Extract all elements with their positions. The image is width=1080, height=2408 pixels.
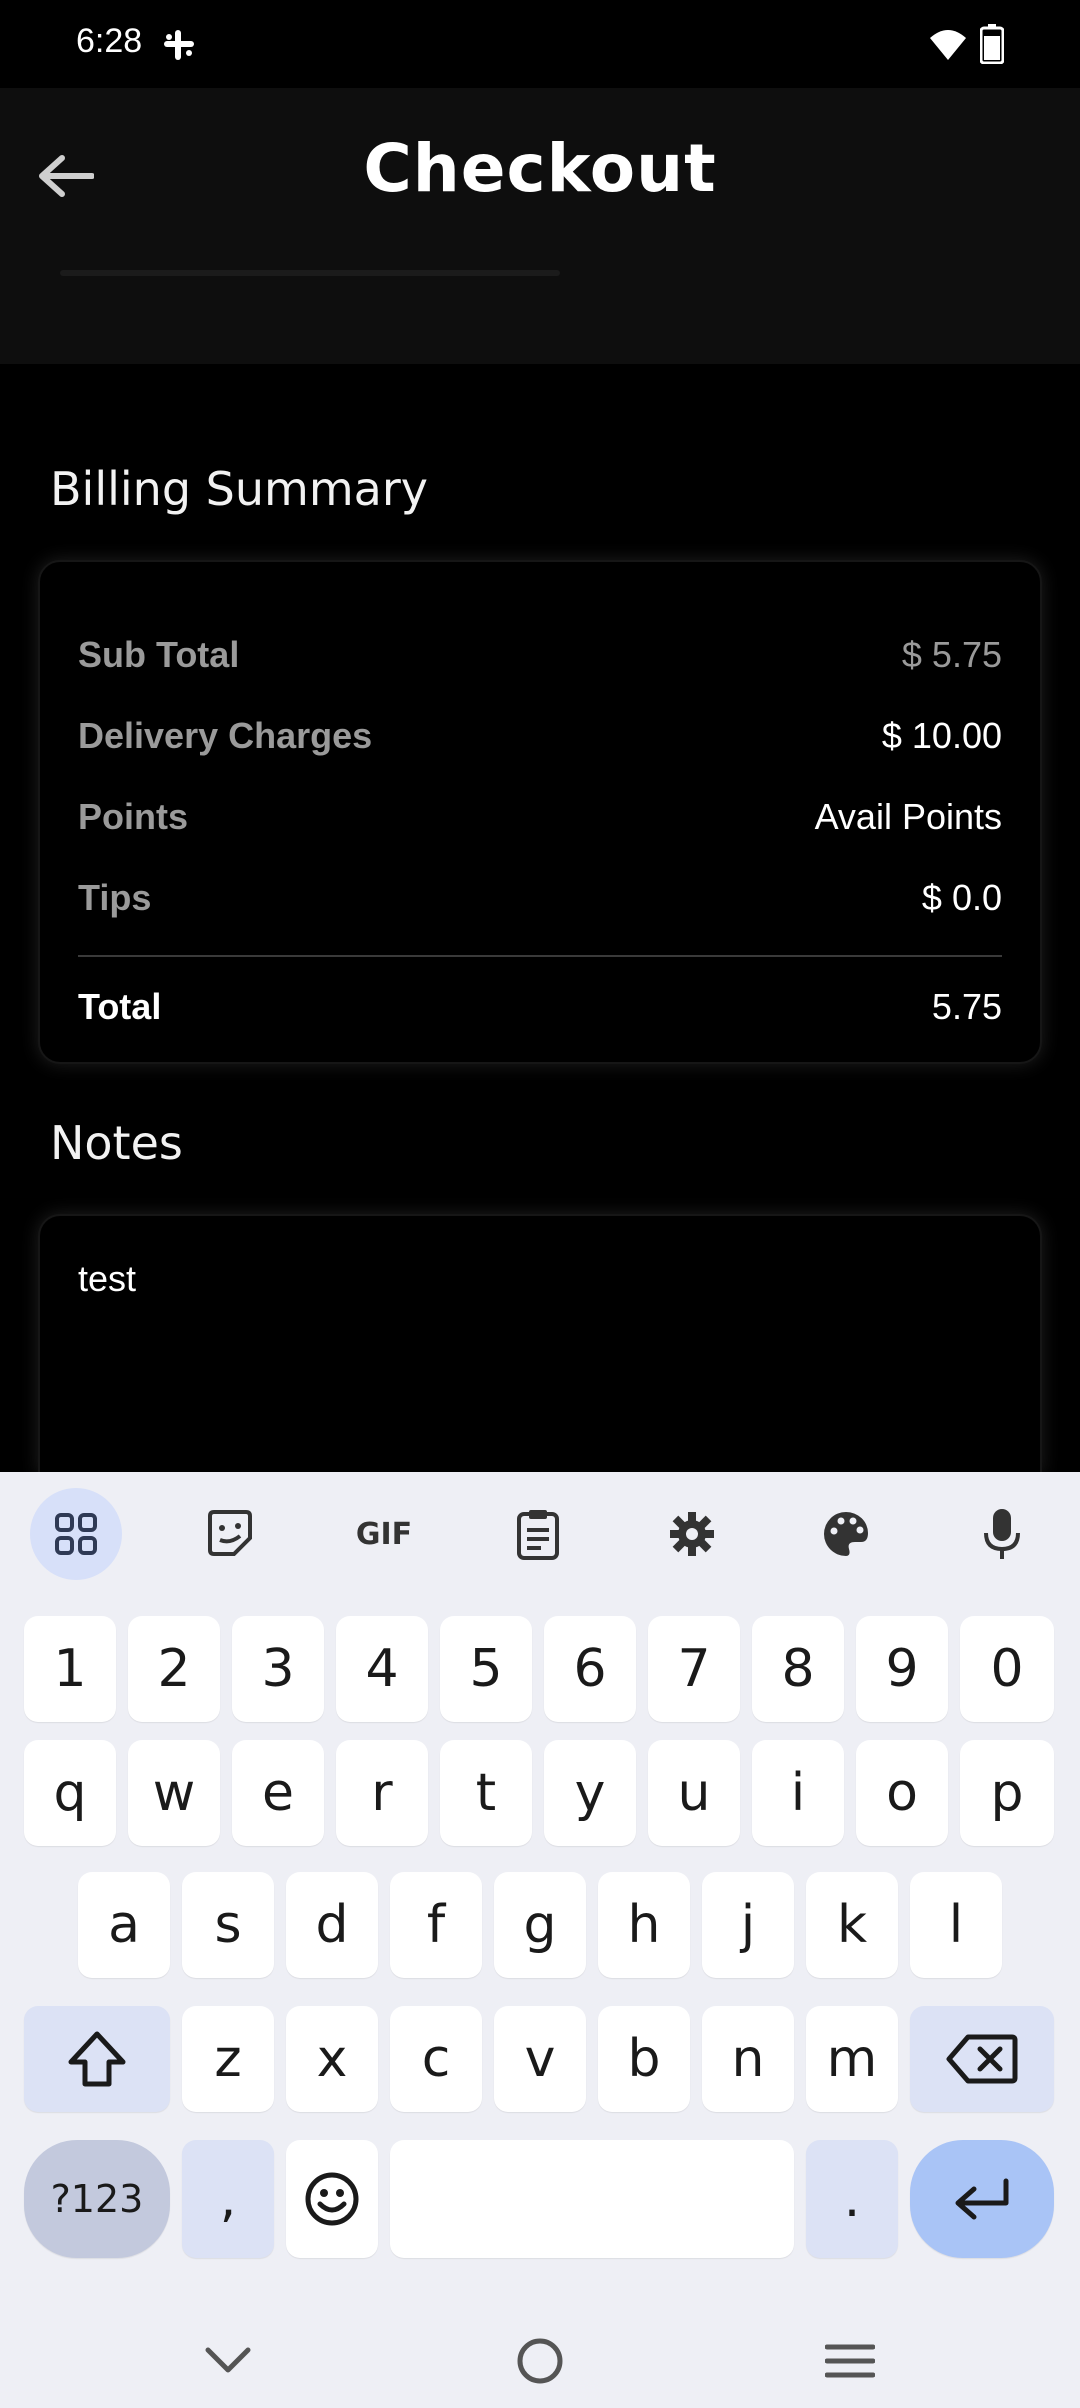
enter-icon	[955, 2178, 1009, 2220]
notes-heading: Notes	[50, 1116, 183, 1170]
key-5[interactable]: 5	[440, 1616, 532, 1722]
chevron-down-icon	[205, 2347, 251, 2373]
points-label: Points	[78, 796, 189, 837]
key-c[interactable]: c	[390, 2006, 482, 2112]
key-m[interactable]: m	[806, 2006, 898, 2112]
tips-row: Tips $ 0.0	[78, 877, 1002, 919]
status-bar: 6:28	[0, 0, 1080, 88]
emoji-icon	[305, 2172, 359, 2226]
delivery-charges-row: Delivery Charges $ 10.00	[78, 715, 1002, 757]
key-l[interactable]: l	[910, 1872, 1002, 1978]
backspace-icon	[946, 2034, 1018, 2084]
sticker-icon[interactable]	[184, 1488, 276, 1580]
wifi-icon	[930, 30, 966, 60]
key-r[interactable]: r	[336, 1740, 428, 1846]
key-e[interactable]: e	[232, 1740, 324, 1846]
key-j[interactable]: j	[702, 1872, 794, 1978]
key-x[interactable]: x	[286, 2006, 378, 2112]
shift-icon	[68, 2031, 126, 2087]
app-bar: Checkout	[0, 88, 1080, 364]
total-label: Total	[78, 986, 162, 1027]
billing-summary-heading: Billing Summary	[50, 462, 428, 516]
tips-value: $ 0.0	[921, 877, 1002, 918]
key-f[interactable]: f	[390, 1872, 482, 1978]
emoji-key[interactable]	[286, 2140, 378, 2258]
key-i[interactable]: i	[752, 1740, 844, 1846]
key-b[interactable]: b	[598, 2006, 690, 2112]
palette-icon[interactable]	[800, 1488, 892, 1580]
key-2[interactable]: 2	[128, 1616, 220, 1722]
total-value: 5.75	[931, 986, 1002, 1027]
subtotal-value: $ 5.75	[901, 634, 1002, 675]
delivery-charges-label: Delivery Charges	[78, 715, 373, 756]
key-d[interactable]: d	[286, 1872, 378, 1978]
microphone-icon[interactable]	[956, 1488, 1048, 1580]
key-7[interactable]: 7	[648, 1616, 740, 1722]
key-9[interactable]: 9	[856, 1616, 948, 1722]
enter-key[interactable]	[910, 2140, 1054, 2258]
key-w[interactable]: w	[128, 1740, 220, 1846]
key-0[interactable]: 0	[960, 1616, 1054, 1722]
backspace-key[interactable]	[910, 2006, 1054, 2112]
notes-input[interactable]: test	[78, 1258, 136, 1300]
key-s[interactable]: s	[182, 1872, 274, 1978]
system-nav-bar	[0, 2312, 1080, 2408]
tips-label: Tips	[78, 877, 152, 918]
home-circle-icon	[517, 2338, 563, 2384]
menu-lines-icon	[825, 2344, 875, 2378]
notes-card: test	[38, 1214, 1042, 1474]
key-6[interactable]: 6	[544, 1616, 636, 1722]
status-time: 6:28	[76, 22, 143, 60]
key-k[interactable]: k	[806, 1872, 898, 1978]
key-t[interactable]: t	[440, 1740, 532, 1846]
key-g[interactable]: g	[494, 1872, 586, 1978]
key-u[interactable]: u	[648, 1740, 740, 1846]
key-4[interactable]: 4	[336, 1616, 428, 1722]
avail-points-link[interactable]: Avail Points	[815, 796, 1002, 838]
soft-keyboard: GIF 1 2 3 4 5 6 7 8 9 0 q w e r t y u i …	[0, 1472, 1080, 2408]
subtotal-row: Sub Total $ 5.75	[78, 634, 1002, 676]
key-p[interactable]: p	[960, 1740, 1054, 1846]
comma-key[interactable]: ,	[182, 2140, 274, 2258]
key-3[interactable]: 3	[232, 1616, 324, 1722]
battery-icon	[980, 24, 1004, 64]
gif-icon[interactable]: GIF	[338, 1488, 430, 1580]
total-row: Total 5.75	[78, 986, 1002, 1028]
key-z[interactable]: z	[182, 2006, 274, 2112]
key-y[interactable]: y	[544, 1740, 636, 1846]
home-button[interactable]	[500, 2326, 580, 2396]
key-8[interactable]: 8	[752, 1616, 844, 1722]
page-title: Checkout	[363, 130, 717, 207]
billing-summary-card: Sub Total $ 5.75 Delivery Charges $ 10.0…	[38, 560, 1042, 1064]
shift-key[interactable]	[24, 2006, 170, 2112]
slack-notification-icon	[164, 30, 194, 60]
symbols-key[interactable]: ?123	[24, 2140, 170, 2258]
key-v[interactable]: v	[494, 2006, 586, 2112]
hide-keyboard-button[interactable]	[188, 2326, 268, 2396]
space-bar[interactable]	[390, 2140, 794, 2258]
period-key[interactable]: .	[806, 2140, 898, 2258]
apps-grid-icon[interactable]	[30, 1488, 122, 1580]
keyboard-toolbar: GIF	[0, 1472, 1080, 1592]
recents-button[interactable]	[810, 2326, 890, 2396]
gif-label: GIF	[355, 1516, 413, 1552]
key-q[interactable]: q	[24, 1740, 116, 1846]
points-row: Points Avail Points	[78, 796, 1002, 838]
key-h[interactable]: h	[598, 1872, 690, 1978]
key-a[interactable]: a	[78, 1872, 170, 1978]
divider	[78, 955, 1002, 957]
key-n[interactable]: n	[702, 2006, 794, 2112]
key-1[interactable]: 1	[24, 1616, 116, 1722]
clipboard-icon[interactable]	[492, 1488, 584, 1580]
settings-icon[interactable]	[646, 1488, 738, 1580]
key-o[interactable]: o	[856, 1740, 948, 1846]
scrolled-card-edge	[60, 270, 560, 276]
subtotal-label: Sub Total	[78, 634, 240, 675]
delivery-charges-value: $ 10.00	[881, 715, 1002, 756]
